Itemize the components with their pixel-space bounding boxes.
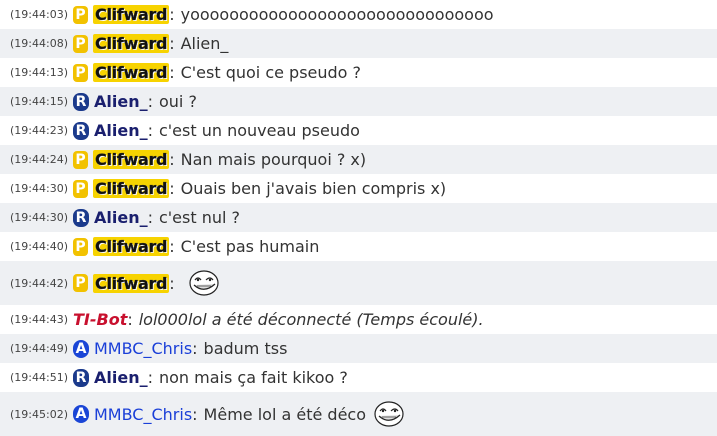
timestamp: (19:44:49) xyxy=(10,342,68,355)
chat-log: (19:44:03) P Clifward : yooooooooooooooo… xyxy=(0,0,717,436)
timestamp: (19:44:43) xyxy=(10,313,68,326)
username[interactable]: Clifward xyxy=(93,63,170,82)
username[interactable]: Clifward xyxy=(93,5,170,24)
chat-message: (19:45:02) A MMBC_Chris : Même lol a été… xyxy=(0,392,717,436)
timestamp: (19:44:03) xyxy=(10,8,68,21)
separator: : xyxy=(169,150,175,169)
message-text: Nan mais pourquoi ? x) xyxy=(180,150,367,169)
username[interactable]: Alien_ xyxy=(94,368,148,387)
timestamp: (19:44:30) xyxy=(10,182,68,195)
chat-message: (19:44:42) P Clifward : xyxy=(0,261,717,305)
chat-message: (19:44:51) R Alien_ : non mais ça fait k… xyxy=(0,363,717,392)
username[interactable]: Clifward xyxy=(93,237,170,256)
rank-badge: A xyxy=(73,405,89,423)
separator: : xyxy=(169,273,175,293)
separator: : xyxy=(192,404,198,424)
rank-badge: A xyxy=(73,339,89,358)
message-text: C'est pas humain xyxy=(180,237,320,256)
rank-badge: P xyxy=(73,274,88,292)
username[interactable]: MMBC_Chris xyxy=(94,339,192,358)
chat-message: (19:44:24) P Clifward : Nan mais pourquo… xyxy=(0,145,717,174)
separator: : xyxy=(169,179,175,198)
message-text: Alien_ xyxy=(180,34,229,53)
timestamp: (19:44:51) xyxy=(10,371,68,384)
trollface-icon xyxy=(188,270,219,296)
chat-message: (19:44:43) TI-Bot : lol000lol a été déco… xyxy=(0,305,717,334)
username[interactable]: Alien_ xyxy=(94,208,148,227)
rank-badge: P xyxy=(73,237,88,256)
timestamp: (19:45:02) xyxy=(10,407,68,421)
chat-message: (19:44:30) R Alien_ : c'est nul ? xyxy=(0,203,717,232)
message-text: yooooooooooooooooooooooooooooooo xyxy=(180,5,494,24)
username[interactable]: Alien_ xyxy=(94,121,148,140)
separator: : xyxy=(127,310,133,329)
username[interactable]: TI-Bot xyxy=(73,310,127,329)
message-text: c'est un nouveau pseudo xyxy=(158,121,360,140)
rank-badge: R xyxy=(73,92,89,111)
separator: : xyxy=(147,208,153,227)
rank-badge: P xyxy=(73,150,88,169)
timestamp: (19:44:42) xyxy=(10,276,68,290)
separator: : xyxy=(169,5,175,24)
separator: : xyxy=(147,368,153,387)
username[interactable]: MMBC_Chris xyxy=(94,405,192,424)
separator: : xyxy=(147,121,153,140)
trollface-icon xyxy=(374,401,404,427)
message-text: non mais ça fait kikoo ? xyxy=(158,368,348,387)
timestamp: (19:44:30) xyxy=(10,211,68,224)
timestamp: (19:44:40) xyxy=(10,240,68,253)
timestamp: (19:44:23) xyxy=(10,124,68,137)
rank-badge: P xyxy=(73,34,88,53)
chat-message: (19:44:03) P Clifward : yooooooooooooooo… xyxy=(0,0,717,29)
message-text: badum tss xyxy=(203,339,288,358)
separator: : xyxy=(169,63,175,82)
chat-message: (19:44:40) P Clifward : C'est pas humain xyxy=(0,232,717,261)
message-text: Ouais ben j'avais bien compris x) xyxy=(180,179,447,198)
timestamp: (19:44:08) xyxy=(10,37,68,50)
username[interactable]: Alien_ xyxy=(94,92,148,111)
chat-message: (19:44:23) R Alien_ : c'est un nouveau p… xyxy=(0,116,717,145)
rank-badge: P xyxy=(73,63,88,82)
rank-badge: P xyxy=(73,179,88,198)
rank-badge: P xyxy=(73,5,88,24)
message-text: c'est nul ? xyxy=(158,208,241,227)
chat-message: (19:44:15) R Alien_ : oui ? xyxy=(0,87,717,116)
message-text: oui ? xyxy=(158,92,197,111)
username[interactable]: Clifward xyxy=(93,273,170,293)
chat-message: (19:44:30) P Clifward : Ouais ben j'avai… xyxy=(0,174,717,203)
chat-message: (19:44:08) P Clifward : Alien_ xyxy=(0,29,717,58)
chat-message: (19:44:49) A MMBC_Chris : badum tss xyxy=(0,334,717,363)
username[interactable]: Clifward xyxy=(93,34,170,53)
username[interactable]: Clifward xyxy=(93,150,170,169)
rank-badge: R xyxy=(73,368,89,387)
timestamp: (19:44:24) xyxy=(10,153,68,166)
message-text: Même lol a été déco xyxy=(203,404,366,424)
chat-message: (19:44:13) P Clifward : C'est quoi ce ps… xyxy=(0,58,717,87)
username[interactable]: Clifward xyxy=(93,179,170,198)
message-text: C'est quoi ce pseudo ? xyxy=(180,63,362,82)
timestamp: (19:44:15) xyxy=(10,95,68,108)
separator: : xyxy=(169,237,175,256)
timestamp: (19:44:13) xyxy=(10,66,68,79)
separator: : xyxy=(147,92,153,111)
message-text: lol000lol a été déconnecté (Temps écoulé… xyxy=(138,310,484,329)
separator: : xyxy=(169,34,175,53)
rank-badge: R xyxy=(73,121,89,140)
separator: : xyxy=(192,339,198,358)
rank-badge: R xyxy=(73,208,89,227)
